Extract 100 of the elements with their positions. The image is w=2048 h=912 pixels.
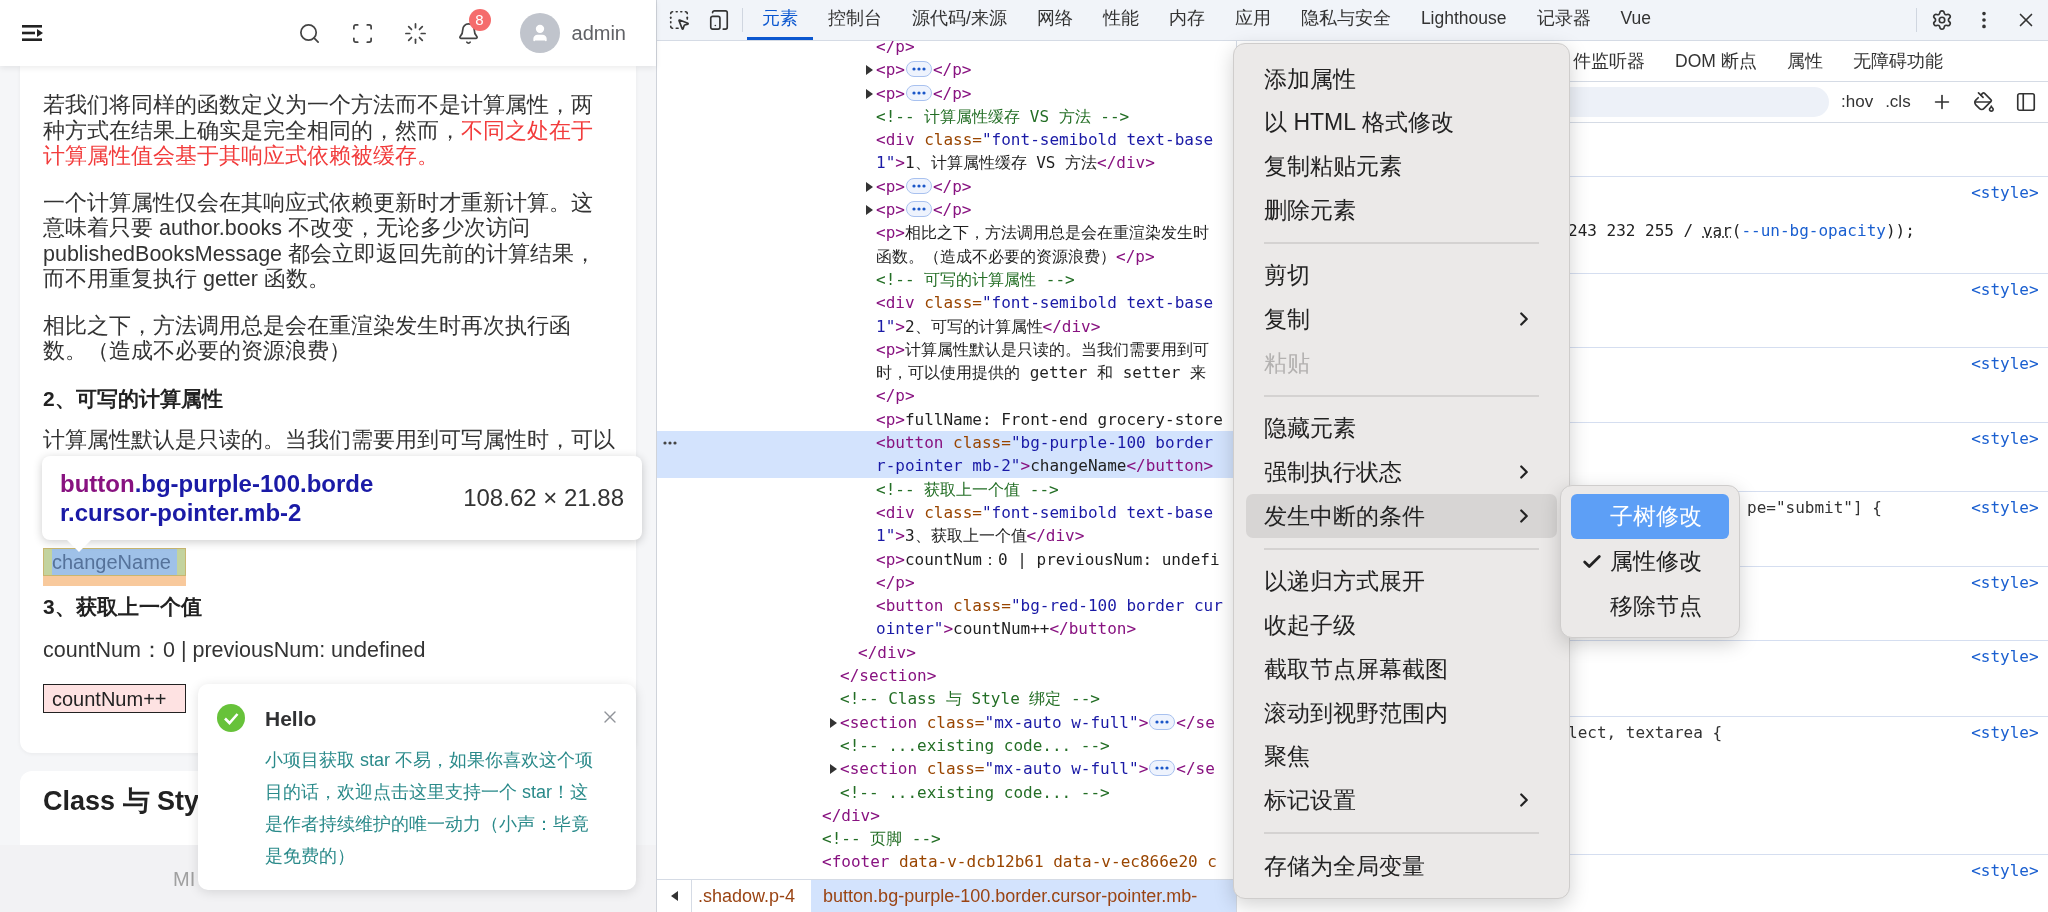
menu-item[interactable]: 存储为全局变量	[1246, 844, 1557, 888]
menu-item[interactable]: 以递归方式展开	[1246, 559, 1557, 604]
node-text: 相比之下，方法调用总是会在重渲染发生时	[904, 223, 1209, 243]
style-source-link[interactable]: <style>	[1971, 180, 2039, 205]
menu-item[interactable]: 复制	[1246, 297, 1557, 342]
menu-item[interactable]: 剪切	[1246, 253, 1557, 298]
menu-icon[interactable]	[22, 24, 44, 42]
dom-node-row[interactable]: <footer data-v-dcb12b61 data-v-ec866e20 c	[657, 850, 1236, 874]
menu-item[interactable]: 删除元素	[1246, 188, 1557, 232]
devtools-tab[interactable]: Lighthouse	[1405, 0, 1522, 40]
dom-node-row[interactable]: <button class="bg-red-100 border cur ointer">countNum++</button>	[657, 594, 1236, 641]
dom-node-row[interactable]: <div class="font-semibold text-base 1">1、计算属性缓存 VS 方法</div>	[657, 128, 1236, 175]
notification-message[interactable]: 小项目获取 star 不易，如果你喜欢这个项目的话，欢迎点击这里支持一个 star！这是作者持续维护的唯一动力（小声：毕竟是免费的）	[265, 744, 602, 872]
styles-tab[interactable]: 件监听器	[1573, 47, 1645, 75]
devtools-tab[interactable]: 元素	[747, 0, 813, 40]
menu-item[interactable]: 聚焦	[1246, 734, 1557, 779]
style-source-link[interactable]: <style>	[1971, 571, 2039, 596]
html-tag: <p>	[876, 83, 905, 103]
toggle-button[interactable]: .cls	[1885, 89, 1911, 115]
expand-arrow-icon[interactable]	[830, 717, 837, 728]
menu-item[interactable]: 滚动到视野范围内	[1246, 690, 1557, 735]
devtools-tab[interactable]: Vue	[1605, 0, 1666, 40]
menu-item[interactable]: 添加属性	[1246, 57, 1557, 101]
style-source-link[interactable]: <style>	[1971, 496, 2039, 521]
expand-arrow-icon[interactable]	[830, 764, 837, 775]
menu-item[interactable]: 截取节点屏幕截图	[1246, 647, 1557, 691]
ellipsis-badge-icon[interactable]	[1149, 713, 1176, 730]
styles-tab[interactable]: 属性	[1786, 47, 1823, 75]
dom-node-row[interactable]: <section class="mx-auto w-full"> </se	[657, 710, 1236, 734]
dom-node-row[interactable]: <!-- ...existing code... -->	[657, 733, 1236, 758]
style-source-link[interactable]: <style>	[1971, 721, 2039, 746]
dom-node-row[interactable]: <section class="mx-auto w-full"> </se	[657, 757, 1236, 781]
devtools-tab[interactable]: 网络	[1021, 0, 1088, 40]
dom-node-row[interactable]: <!-- 可写的计算属性 -->	[657, 267, 1236, 292]
dom-node-row[interactable]: <p>fullName: Front-end grocery-store	[657, 407, 1236, 432]
menu-item[interactable]: 隐藏元素	[1246, 406, 1557, 451]
devtools-tab[interactable]: 控制台	[813, 0, 897, 40]
style-source-link[interactable]: <style>	[1971, 351, 2039, 376]
toggle-button[interactable]: :hov	[1841, 89, 1874, 115]
dom-node-row[interactable]: <p> </p>	[657, 198, 1236, 222]
style-source-link[interactable]: <style>	[1971, 859, 2039, 884]
submenu-item[interactable]: 属性修改	[1571, 539, 1729, 584]
user-name[interactable]: admin	[571, 18, 626, 48]
styles-tab[interactable]: 无障碍功能	[1852, 47, 1943, 75]
sidebar-toggle-icon[interactable]	[2014, 90, 2037, 113]
dom-node-row[interactable]: <!-- Class 与 Style 绑定 -->	[657, 687, 1236, 711]
dom-node-row[interactable]: <!-- 计算属性缓存 VS 方法 -->	[657, 104, 1236, 129]
dom-node-row[interactable]: <button class="bg-purple-100 border r-pointer mb-2">changeName</button>	[657, 431, 1236, 478]
dom-node-row[interactable]: <p>相比之下，方法调用总是会在重渲染发生时 函数。（造成不必要的资源浪费）</p>	[657, 221, 1236, 268]
breadcrumb[interactable]: .shadow.p-4	[692, 880, 802, 912]
expand-arrow-icon[interactable]	[866, 88, 873, 99]
dom-node-row[interactable]: <div class="font-semibold text-base 1">3、获取上一个值</div>	[657, 500, 1236, 548]
menu-item[interactable]: 发生中断的条件	[1246, 494, 1557, 538]
devtools-tab[interactable]: 性能	[1087, 0, 1154, 40]
breadcrumb[interactable]: button.bg-purple-100.border.cursor-pointer.mb-	[811, 880, 1236, 912]
dom-node-row[interactable]: </p>	[657, 41, 1236, 59]
menu-item[interactable]: 复制粘贴元素	[1246, 144, 1557, 189]
attribute-value: ointer"	[876, 619, 944, 639]
ellipsis-badge-icon[interactable]	[905, 84, 932, 101]
dom-node-row[interactable]: <p> </p>	[657, 58, 1236, 82]
expand-arrow-icon[interactable]	[866, 65, 873, 76]
paint-bucket-icon[interactable]	[1972, 90, 1995, 113]
devtools-tab[interactable]: 记录器	[1521, 0, 1606, 40]
dom-node-row[interactable]: <div class="font-semibold text-base 1">2、可写的计算属性</div>	[657, 291, 1236, 338]
devtools-tab[interactable]: 应用	[1219, 0, 1286, 40]
dom-node-row[interactable]: <p> </p>	[657, 174, 1236, 199]
ellipsis-badge-icon[interactable]	[905, 61, 932, 78]
fullscreen-icon[interactable]	[350, 21, 374, 45]
devtools-tab[interactable]: 源代码/来源	[897, 0, 1022, 40]
inspect-icon[interactable]	[668, 9, 690, 31]
dom-node-row[interactable]: <!-- 获取上一个值 -->	[657, 477, 1236, 501]
dom-node-row[interactable]: <!-- 页脚 -->	[657, 827, 1236, 851]
dom-node-row[interactable]: <p>计算属性默认是只读的。当我们需要用到可 时，可以使用提供的 getter 和 setter 来 </p>	[657, 337, 1236, 408]
search-icon[interactable]	[297, 21, 321, 45]
settings-icon[interactable]	[1930, 9, 1953, 31]
ellipsis-badge-icon[interactable]	[1149, 760, 1176, 777]
styles-tab[interactable]: DOM 断点	[1675, 47, 1757, 75]
expand-arrow-icon[interactable]	[866, 181, 873, 192]
style-source-link[interactable]: <style>	[1971, 426, 2039, 451]
submenu-item[interactable]: 移除节点	[1571, 584, 1729, 629]
expand-arrow-icon[interactable]	[866, 205, 873, 216]
style-source-link[interactable]: <style>	[1971, 645, 2039, 670]
dom-node-row[interactable]: <p> </p>	[657, 81, 1236, 105]
ellipsis-badge-icon[interactable]	[905, 177, 932, 194]
dom-node-row[interactable]: <!-- ...existing code... -->	[657, 780, 1236, 804]
style-source-link[interactable]: <style>	[1971, 277, 2039, 302]
more-icon[interactable]	[663, 441, 677, 446]
devtools-tab[interactable]: 内存	[1153, 0, 1220, 40]
devtools-tab[interactable]: 隐私与安全	[1285, 0, 1406, 40]
device-icon[interactable]	[708, 9, 730, 31]
menu-item[interactable]: 以 HTML 格式修改	[1246, 100, 1557, 145]
menu-item[interactable]: 收起子级	[1246, 603, 1557, 648]
menu-item[interactable]: 强制执行状态	[1246, 450, 1557, 495]
dom-node-row[interactable]: <p>countNum：0 | previousNum: undefi </p>	[657, 547, 1236, 595]
menu-item[interactable]: 标记设置	[1246, 778, 1557, 822]
ellipsis-badge-icon[interactable]	[905, 201, 932, 218]
html-tag: <p>	[876, 60, 905, 80]
loader-icon[interactable]	[403, 21, 427, 45]
html-comment: <!-- 可写的计算属性 -->	[876, 269, 1075, 289]
count-button[interactable]: countNum++	[43, 684, 186, 713]
